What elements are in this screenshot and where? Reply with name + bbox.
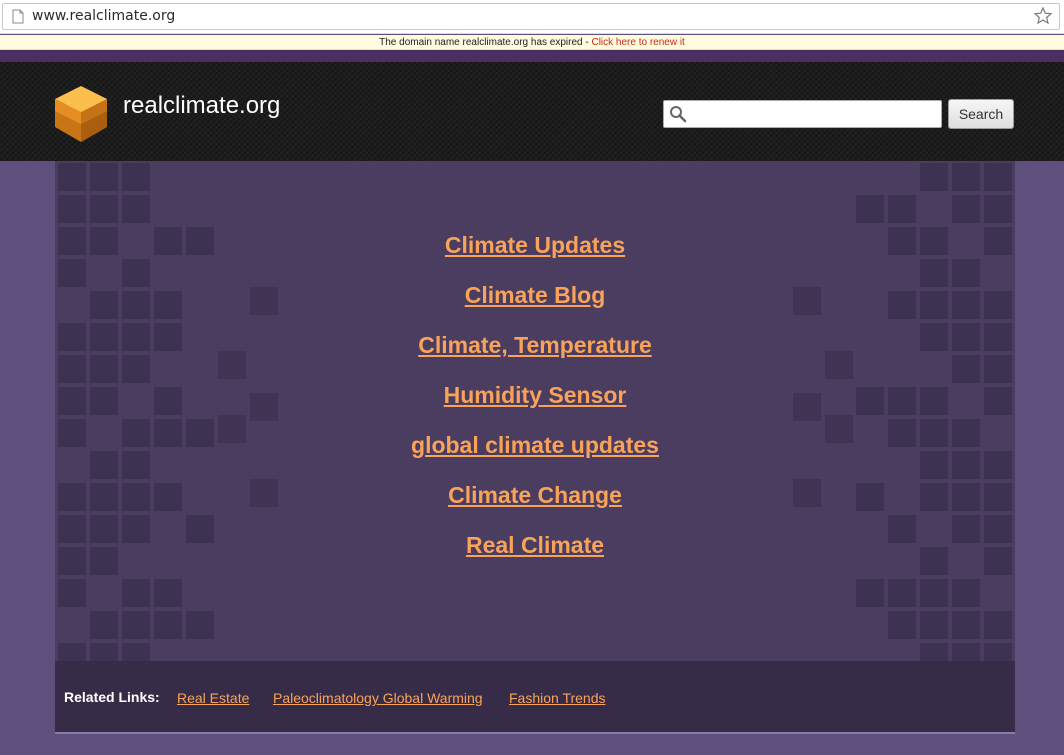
topic-link-climate-updates[interactable]: Climate Updates — [55, 227, 1015, 277]
background-tile — [122, 163, 150, 191]
background-tile — [920, 579, 948, 607]
background-tile — [58, 195, 86, 223]
background-tile — [58, 643, 86, 661]
sponsored-links-list: Climate Updates Climate Blog Climate, Te… — [55, 227, 1015, 577]
browser-address-bar: www.realclimate.org — [0, 0, 1064, 34]
site-header: realclimate.org Search — [0, 62, 1064, 161]
bookmark-star-icon[interactable] — [1033, 6, 1053, 26]
background-tile — [952, 611, 980, 639]
background-tile — [952, 195, 980, 223]
background-tile — [920, 611, 948, 639]
background-tile — [984, 163, 1012, 191]
background-tile — [952, 163, 980, 191]
related-link-real-estate[interactable]: Real Estate — [177, 690, 249, 706]
topic-link-humidity-sensor[interactable]: Humidity Sensor — [55, 377, 1015, 427]
background-tile — [58, 163, 86, 191]
related-link-fashion-trends[interactable]: Fashion Trends — [509, 690, 606, 706]
site-name: realclimate.org — [123, 92, 281, 119]
related-link-paleoclimatology[interactable]: Paleoclimatology Global Warming — [273, 690, 483, 706]
renew-link[interactable]: Click here to renew it — [591, 37, 684, 48]
background-tile — [186, 611, 214, 639]
background-tile — [154, 579, 182, 607]
topic-link-climate-change[interactable]: Climate Change — [55, 477, 1015, 527]
background-tile — [90, 163, 118, 191]
background-tile — [154, 611, 182, 639]
background-tile — [984, 195, 1012, 223]
page-icon — [12, 9, 24, 24]
logo-icon — [55, 86, 107, 142]
background-tile — [856, 195, 884, 223]
background-tile — [920, 163, 948, 191]
background-tile — [984, 643, 1012, 661]
background-tile — [122, 611, 150, 639]
url-field[interactable]: www.realclimate.org — [2, 3, 1060, 30]
topic-link-real-climate[interactable]: Real Climate — [55, 527, 1015, 577]
topic-link-climate-temperature[interactable]: Climate, Temperature — [55, 327, 1015, 377]
background-tile — [90, 195, 118, 223]
url-text: www.realclimate.org — [32, 8, 176, 24]
related-links-footer: Related Links: Real Estate Paleoclimatol… — [55, 661, 1015, 734]
background-tile — [888, 611, 916, 639]
background-tile — [888, 195, 916, 223]
topic-link-global-climate-updates[interactable]: global climate updates — [55, 427, 1015, 477]
notice-text: The domain name realclimate.org has expi… — [379, 37, 592, 48]
background-tile — [122, 579, 150, 607]
background-tile — [952, 643, 980, 661]
background-tile — [58, 579, 86, 607]
background-tile — [888, 579, 916, 607]
background-tile — [984, 611, 1012, 639]
accent-strip — [0, 50, 1064, 62]
background-tile — [122, 195, 150, 223]
background-tile — [856, 579, 884, 607]
search-input[interactable] — [663, 100, 942, 128]
background-tile — [920, 643, 948, 661]
domain-expired-notice: The domain name realclimate.org has expi… — [0, 35, 1064, 50]
background-tile — [122, 643, 150, 661]
background-tile — [90, 611, 118, 639]
background-tile — [90, 643, 118, 661]
background-tile — [952, 579, 980, 607]
search-button[interactable]: Search — [948, 99, 1014, 129]
related-links-label: Related Links: — [64, 689, 160, 705]
topic-link-climate-blog[interactable]: Climate Blog — [55, 277, 1015, 327]
main-content-panel: Climate Updates Climate Blog Climate, Te… — [55, 161, 1015, 661]
